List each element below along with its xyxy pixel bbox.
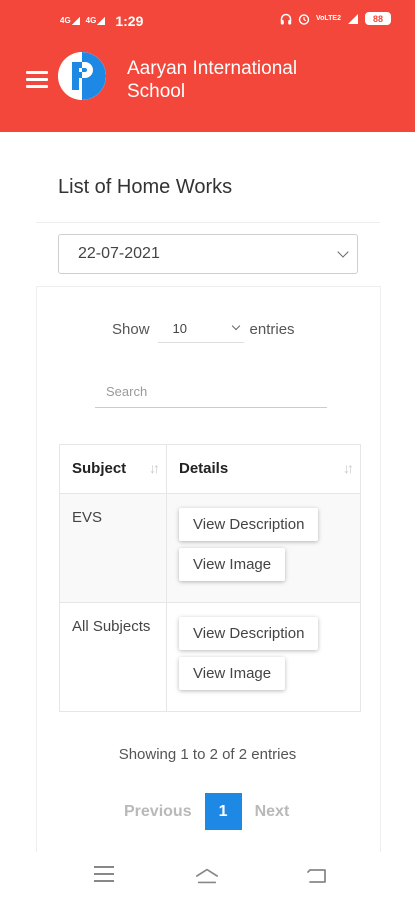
- page-button-1[interactable]: 1: [204, 793, 242, 830]
- signal-icon: 4G: [60, 17, 80, 25]
- column-header-subject[interactable]: Subject ↓↑: [59, 444, 167, 494]
- system-nav-bar: [0, 852, 415, 900]
- table-row: All Subjects View Description View Image: [59, 602, 361, 712]
- headphones-icon: [280, 13, 292, 24]
- back-icon[interactable]: [305, 866, 329, 886]
- entries-select-value: 10: [172, 321, 187, 336]
- battery-icon: 88: [365, 12, 391, 25]
- chevron-down-icon: [337, 246, 349, 258]
- status-bar: 4G 4G 1:29 VoLTE2 88: [0, 0, 415, 40]
- view-image-button[interactable]: View Image: [179, 657, 286, 690]
- signal1-label: 4G: [60, 16, 71, 25]
- homework-table: Subject ↓↑ Details ↓↑ EVS View Descripti…: [59, 444, 361, 712]
- subject-cell: EVS: [59, 493, 167, 603]
- column-header-subject-label: Subject: [72, 460, 127, 477]
- next-page-button[interactable]: Next: [255, 803, 290, 821]
- home-icon[interactable]: [195, 866, 219, 886]
- wifi-signal-icon: [348, 13, 358, 24]
- view-image-button[interactable]: View Image: [179, 548, 286, 581]
- table-row: EVS View Description View Image: [59, 493, 361, 603]
- details-cell: View Description View Image: [166, 493, 361, 603]
- view-description-button[interactable]: View Description: [179, 508, 319, 541]
- sort-icon: ↓↑: [343, 460, 354, 476]
- subject-cell: All Subjects: [59, 602, 167, 712]
- view-description-button[interactable]: View Description: [179, 617, 319, 650]
- show-label: Show: [112, 320, 150, 338]
- entries-select[interactable]: 10: [157, 315, 244, 343]
- status-right: VoLTE2 88: [280, 12, 391, 25]
- date-select-value: 22-07-2021: [78, 245, 160, 262]
- table-header-row: Subject ↓↑ Details ↓↑: [59, 444, 361, 494]
- previous-page-button[interactable]: Previous: [124, 803, 192, 821]
- menu-icon[interactable]: [94, 866, 118, 886]
- pagination: Previous 1 Next: [124, 793, 289, 830]
- title-divider: [36, 222, 380, 223]
- app-header: 4G 4G 1:29 VoLTE2 88 Aaryan Internationa…: [0, 0, 415, 132]
- column-header-details-label: Details: [179, 460, 229, 477]
- app-title: Aaryan International School: [127, 58, 298, 102]
- logo-icon: [58, 52, 106, 100]
- status-left: 4G 4G 1:29: [60, 13, 143, 29]
- hamburger-menu-button[interactable]: [26, 71, 50, 89]
- entries-control: Show 10 entries: [112, 315, 295, 343]
- signal2-label: 4G: [85, 16, 97, 25]
- network-label: VoLTE2: [315, 15, 341, 22]
- column-header-details[interactable]: Details ↓↑: [166, 444, 361, 494]
- sort-icon: ↓↑: [149, 460, 160, 476]
- table-info: Showing 1 to 2 of 2 entries: [118, 746, 297, 763]
- status-time: 1:29: [115, 13, 144, 29]
- search-input[interactable]: [95, 376, 327, 408]
- alarm-icon: [298, 13, 310, 25]
- chevron-down-icon: [231, 321, 240, 331]
- signal-icon-2: 4G: [86, 17, 106, 25]
- page-title: List of Home Works: [58, 176, 233, 198]
- entries-label: entries: [249, 320, 295, 338]
- details-cell: View Description View Image: [166, 602, 361, 712]
- school-logo: [58, 52, 106, 100]
- date-select[interactable]: 22-07-2021: [58, 234, 358, 274]
